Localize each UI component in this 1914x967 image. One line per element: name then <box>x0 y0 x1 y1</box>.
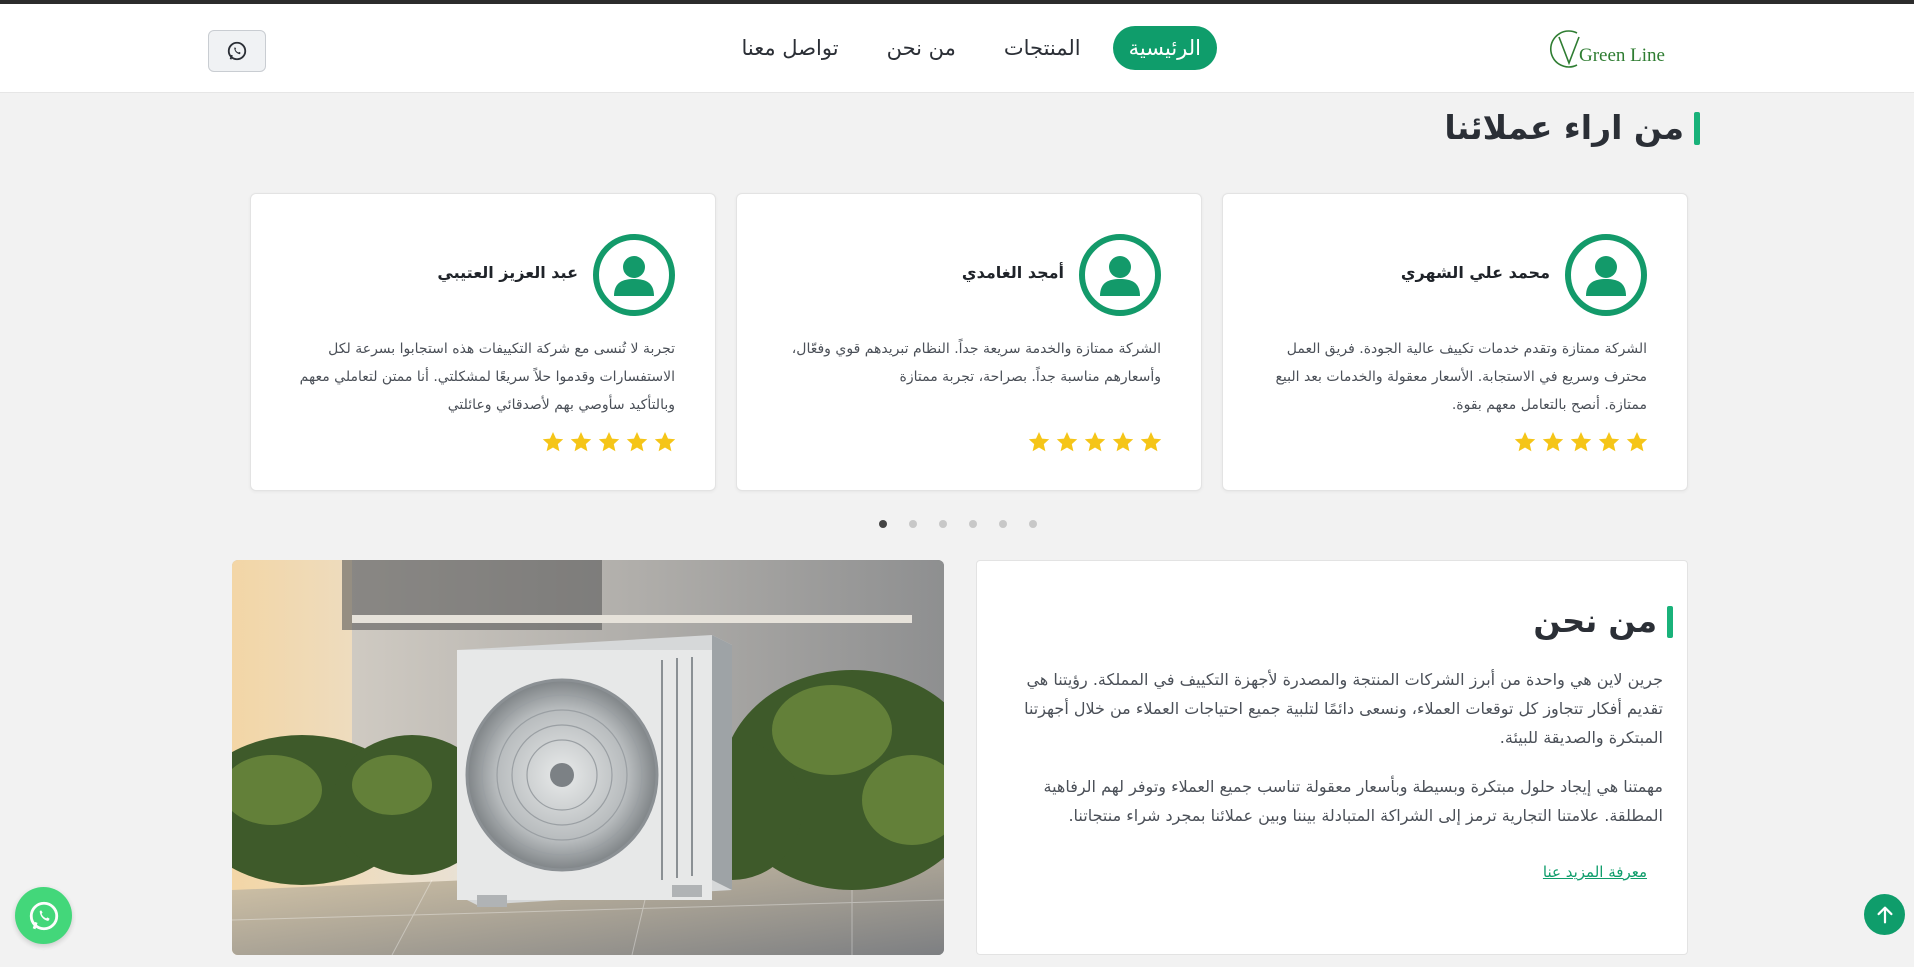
learn-more-link[interactable]: معرفة المزيد عنا <box>1543 863 1647 881</box>
testimonial-text: الشركة ممتازة وتقدم خدمات تكييف عالية ال… <box>1275 341 1647 413</box>
main-nav: الرئيسية المنتجات من نحن تواصل معنا <box>710 26 1217 70</box>
logo-text: Green Line <box>1579 45 1665 66</box>
whatsapp-float-button[interactable] <box>15 887 72 944</box>
user-icon <box>614 256 654 296</box>
user-icon <box>1100 256 1140 296</box>
logo[interactable]: Green Line <box>1547 24 1682 74</box>
star-icon <box>570 432 592 452</box>
avatar <box>1079 234 1161 316</box>
star-icon <box>598 432 620 452</box>
star-icon <box>1514 432 1536 452</box>
star-icon <box>1542 432 1564 452</box>
testimonials-carousel: محمد علي الشهري الشركة ممتازة وتقدم خدما… <box>249 193 1688 491</box>
about-image <box>232 560 944 955</box>
avatar <box>1565 234 1647 316</box>
star-icon <box>626 432 648 452</box>
ac-unit-illustration <box>232 560 944 955</box>
testimonial-card: محمد علي الشهري الشركة ممتازة وتقدم خدما… <box>1222 193 1688 491</box>
carousel-pagination <box>879 520 1037 528</box>
testimonial-name: محمد علي الشهري <box>1400 263 1550 282</box>
nav-products[interactable]: المنتجات <box>988 26 1097 70</box>
rating-stars <box>1513 430 1649 454</box>
user-icon <box>1586 256 1626 296</box>
testimonial-text: الشركة ممتازة والخدمة سريعة جداً. النظام… <box>791 341 1161 385</box>
carousel-dot[interactable] <box>1029 520 1037 528</box>
star-icon <box>1112 432 1134 452</box>
site-header: Green Line الرئيسية المنتجات من نحن تواص… <box>0 4 1914 93</box>
star-icon <box>542 432 564 452</box>
testimonials-title: من اراء عملائنا <box>1444 108 1700 147</box>
carousel-dot[interactable] <box>909 520 917 528</box>
star-icon <box>1626 432 1648 452</box>
about-paragraph-2: مهمتنا هي إيجاد حلول مبتكرة وبسيطة وبأسع… <box>1043 777 1663 825</box>
carousel-dot[interactable] <box>999 520 1007 528</box>
about-paragraph-1: جرين لاين هي واحدة من أبرز الشركات المنت… <box>1024 670 1663 747</box>
nav-about[interactable]: من نحن <box>871 26 972 70</box>
nav-home[interactable]: الرئيسية <box>1112 26 1217 70</box>
star-icon <box>1140 432 1162 452</box>
whatsapp-icon <box>29 901 58 930</box>
testimonial-card: عبد العزيز العتيبي تجربة لا تُنسى مع شرك… <box>250 193 716 491</box>
logo-icon <box>1550 30 1580 68</box>
whatsapp-header-button[interactable] <box>208 30 266 72</box>
about-title: من نحن <box>1533 602 1673 640</box>
arrow-up-icon <box>1876 906 1893 923</box>
nav-contact[interactable]: تواصل معنا <box>726 26 855 70</box>
testimonial-name: أمجد الغامدي <box>961 263 1064 282</box>
testimonial-text: تجربة لا تُنسى مع شركة التكييفات هذه است… <box>299 341 675 413</box>
carousel-dot[interactable] <box>879 520 887 528</box>
rating-stars <box>541 430 677 454</box>
testimonial-name: عبد العزيز العتيبي <box>437 263 578 282</box>
star-icon <box>1570 432 1592 452</box>
star-icon <box>1028 432 1050 452</box>
star-icon <box>1598 432 1620 452</box>
carousel-dot[interactable] <box>969 520 977 528</box>
avatar <box>593 234 675 316</box>
star-icon <box>1084 432 1106 452</box>
carousel-dot[interactable] <box>939 520 947 528</box>
rating-stars <box>1027 430 1163 454</box>
scroll-to-top-button[interactable] <box>1864 894 1905 935</box>
about-card: من نحن جرين لاين هي واحدة من أبرز الشركا… <box>976 560 1688 955</box>
star-icon <box>654 432 676 452</box>
testimonial-card: أمجد الغامدي الشركة ممتازة والخدمة سريعة… <box>736 193 1202 491</box>
star-icon <box>1056 432 1078 452</box>
whatsapp-icon <box>227 41 247 61</box>
